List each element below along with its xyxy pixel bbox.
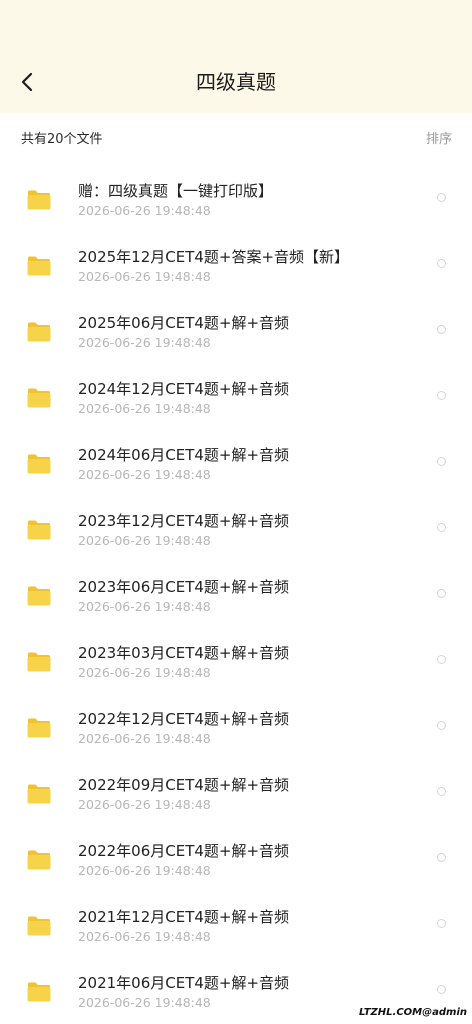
file-date: 2026-06-26 19:48:48 (78, 665, 211, 680)
file-name: 2025年12月CET4题+答案+音频【新】 (78, 248, 350, 266)
file-row[interactable]: 2023年03月CET4题+解+音频 2026-06-26 19:48:48 (0, 627, 472, 693)
file-name: 2021年12月CET4题+解+音频 (78, 908, 290, 926)
file-row[interactable]: 2022年09月CET4题+解+音频 2026-06-26 19:48:48 (0, 759, 472, 825)
file-name: 2022年12月CET4题+解+音频 (78, 710, 290, 728)
file-name: 2023年12月CET4题+解+音频 (78, 512, 290, 530)
file-row[interactable]: 2024年12月CET4题+解+音频 2026-06-26 19:48:48 (0, 363, 472, 429)
header-bar: 四级真题 (0, 0, 472, 113)
folder-icon (26, 717, 52, 739)
select-radio[interactable] (437, 589, 446, 598)
select-radio[interactable] (437, 655, 446, 664)
file-date: 2026-06-26 19:48:48 (78, 533, 211, 548)
file-date: 2026-06-26 19:48:48 (78, 467, 211, 482)
select-radio[interactable] (437, 721, 446, 730)
file-name: 2025年06月CET4题+解+音频 (78, 314, 290, 332)
file-date: 2026-06-26 19:48:48 (78, 797, 211, 812)
file-date: 2026-06-26 19:48:48 (78, 731, 211, 746)
file-date: 2026-06-26 19:48:48 (78, 401, 211, 416)
file-name: 2021年06月CET4题+解+音频 (78, 974, 290, 992)
select-radio[interactable] (437, 259, 446, 268)
select-radio[interactable] (437, 787, 446, 796)
file-row[interactable]: 2021年12月CET4题+解+音频 2026-06-26 19:48:48 (0, 891, 472, 957)
select-radio[interactable] (437, 853, 446, 862)
folder-icon (26, 189, 52, 211)
select-radio[interactable] (437, 457, 446, 466)
folder-icon (26, 783, 52, 805)
select-radio[interactable] (437, 193, 446, 202)
file-row[interactable]: 2022年06月CET4题+解+音频 2026-06-26 19:48:48 (0, 825, 472, 891)
file-list: 赠：四级真题【一键打印版】 2026-06-26 19:48:48 2025年12月… (0, 165, 472, 1023)
file-name: 2022年06月CET4题+解+音频 (78, 842, 290, 860)
select-radio[interactable] (437, 919, 446, 928)
file-name: 2024年06月CET4题+解+音频 (78, 446, 290, 464)
folder-icon (26, 915, 52, 937)
page-title: 四级真题 (196, 70, 276, 94)
file-name: 赠：四级真题【一键打印版】 (78, 182, 274, 200)
file-row[interactable]: 2024年06月CET4题+解+音频 2026-06-26 19:48:48 (0, 429, 472, 495)
file-name: 2023年06月CET4题+解+音频 (78, 578, 290, 596)
file-date: 2026-06-26 19:48:48 (78, 335, 211, 350)
folder-icon (26, 255, 52, 277)
file-date: 2026-06-26 19:48:48 (78, 929, 211, 944)
folder-icon (26, 321, 52, 343)
file-date: 2026-06-26 19:48:48 (78, 599, 211, 614)
select-radio[interactable] (437, 523, 446, 532)
file-row[interactable]: 2025年12月CET4题+答案+音频【新】 2026-06-26 19:48:4… (0, 231, 472, 297)
list-toolbar: 共有20个文件 排序 (0, 113, 472, 165)
folder-icon (26, 453, 52, 475)
folder-icon (26, 585, 52, 607)
folder-icon (26, 519, 52, 541)
folder-icon (26, 849, 52, 871)
file-date: 2026-06-26 19:48:48 (78, 203, 211, 218)
folder-icon (26, 387, 52, 409)
file-row[interactable]: 2025年06月CET4题+解+音频 2026-06-26 19:48:48 (0, 297, 472, 363)
file-date: 2026-06-26 19:48:48 (78, 269, 211, 284)
watermark: LTZHL.COM@admin (356, 1006, 470, 1020)
file-row[interactable]: 2022年12月CET4题+解+音频 2026-06-26 19:48:48 (0, 693, 472, 759)
file-row[interactable]: 2023年12月CET4题+解+音频 2026-06-26 19:48:48 (0, 495, 472, 561)
sort-button[interactable]: 排序 (426, 130, 452, 150)
file-name: 2022年09月CET4题+解+音频 (78, 776, 290, 794)
file-count-label: 共有20个文件 (21, 132, 103, 147)
file-name: 2024年12月CET4题+解+音频 (78, 380, 290, 398)
file-name: 2023年03月CET4题+解+音频 (78, 644, 290, 662)
file-row[interactable]: 赠：四级真题【一键打印版】 2026-06-26 19:48:48 (0, 165, 472, 231)
select-radio[interactable] (437, 391, 446, 400)
file-date: 2026-06-26 19:48:48 (78, 863, 211, 878)
select-radio[interactable] (437, 985, 446, 994)
file-date: 2026-06-26 19:48:48 (78, 995, 211, 1010)
folder-icon (26, 981, 52, 1003)
folder-icon (26, 651, 52, 673)
file-row[interactable]: 2023年06月CET4题+解+音频 2026-06-26 19:48:48 (0, 561, 472, 627)
select-radio[interactable] (437, 325, 446, 334)
